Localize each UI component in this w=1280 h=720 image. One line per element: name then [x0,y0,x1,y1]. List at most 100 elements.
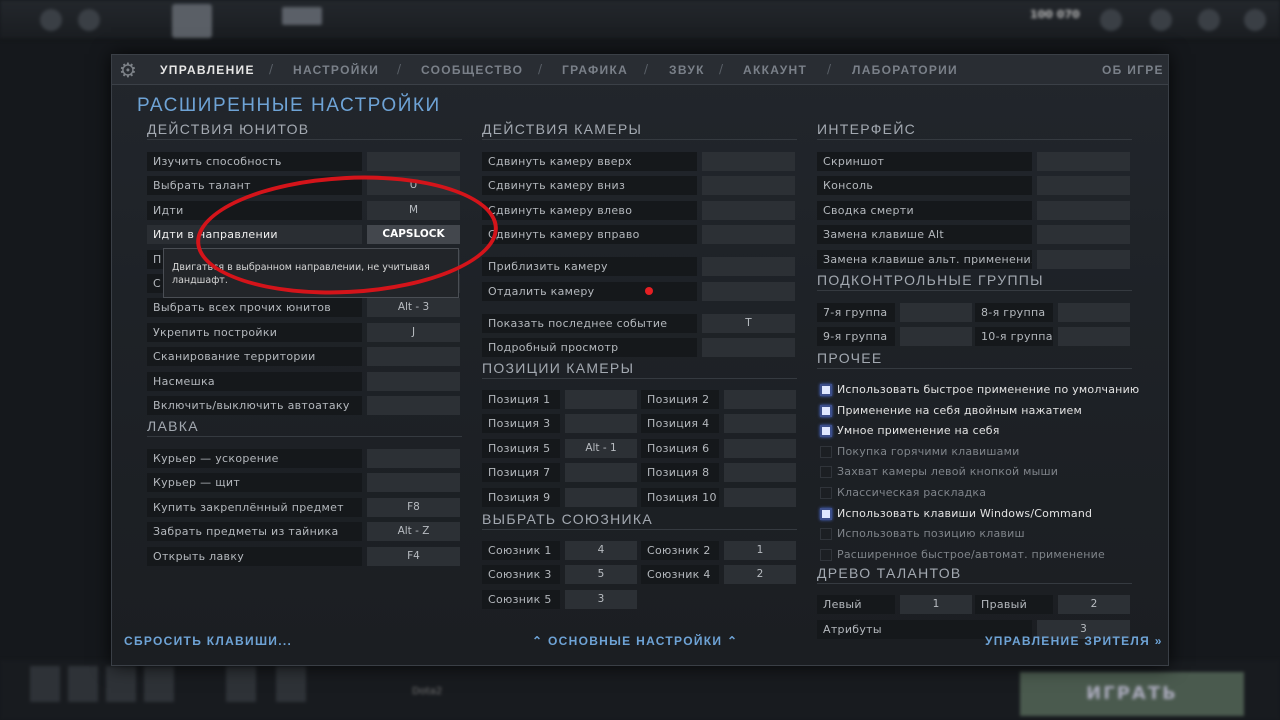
keybind-field[interactable] [724,487,796,507]
checkbox-label[interactable]: Использовать быстрое применение по умолч… [837,383,1139,396]
tab-separator: / [538,62,543,76]
bottom-hint: Dota2 [412,686,443,697]
keybind-field[interactable] [702,338,795,357]
keybind-field[interactable] [724,390,796,409]
keybind-field[interactable] [367,449,460,468]
party-slot [226,666,256,702]
keybind-field[interactable] [702,282,795,301]
checkbox-label[interactable]: Захват камеры левой кнопкой мыши [837,465,1058,478]
keybind-field[interactable]: 2 [724,565,796,585]
keybind-field[interactable]: T [702,314,795,333]
party-slot [144,666,174,702]
tab-controls[interactable]: УПРАВЛЕНИЕ [160,63,255,77]
tab-community[interactable]: СООБЩЕСТВО [421,63,523,77]
keybind-label: Подробный просмотр [482,338,697,357]
tab-sound[interactable]: ЗВУК [669,63,705,77]
keybind-field[interactable]: F4 [367,546,460,566]
keybind-field[interactable] [1037,225,1130,245]
section-talent-tree: ДРЕВО ТАЛАНТОВ [817,565,1132,584]
keybind-field[interactable] [702,201,795,220]
keybind-field[interactable]: Alt - 1 [565,438,637,458]
keybind-field[interactable]: 1 [900,595,972,614]
checkbox-label[interactable]: Расширенное быстрое/автомат. применение [837,548,1105,561]
keybind-label: Сдвинуть камеру вниз [482,176,697,195]
keybind-field[interactable] [900,327,972,347]
keybind-label: Насмешка [147,371,362,391]
spectator-controls-link[interactable]: УПРАВЛЕНИЕ ЗРИТЕЛЯ » [985,634,1163,648]
checkbox[interactable] [820,425,832,438]
gear-icon[interactable]: ⚙ [117,59,139,81]
keybind-field[interactable] [565,463,637,483]
tab-graphics[interactable]: ГРАФИКА [562,63,628,77]
keybind-label: 9-я группа [817,327,895,347]
keybind-field[interactable] [724,438,796,458]
keybind-field[interactable]: Alt - Z [367,522,460,542]
tab-labs[interactable]: ЛАБОРАТОРИИ [852,63,958,77]
keybind-field[interactable] [1037,152,1130,171]
keybind-label: Правый [975,595,1053,614]
reset-keys-link[interactable]: СБРОСИТЬ КЛАВИШИ... [124,634,292,648]
checkbox[interactable] [820,384,832,396]
keybind-field[interactable]: 4 [565,541,637,560]
tab-separator: / [397,62,402,76]
checkbox[interactable] [820,487,832,499]
keybind-field[interactable]: F8 [367,497,460,517]
keybind-field[interactable] [367,396,460,415]
checkbox-label[interactable]: Классическая раскладка [837,486,986,499]
checkbox[interactable] [820,507,832,520]
tab-account[interactable]: АККАУНТ [743,63,807,77]
keybind-field[interactable] [900,303,972,322]
keybind-field[interactable] [367,152,460,171]
party-slot [68,666,98,702]
keybind-field[interactable] [565,414,637,434]
keybind-field[interactable] [1058,327,1130,347]
double-chevron-right-icon: » [1154,634,1163,648]
checkbox[interactable] [820,404,832,417]
play-button[interactable]: ИГРАТЬ [1020,672,1244,716]
keybind-field[interactable]: 3 [565,589,637,609]
keybind-label: Курьер — щит [147,473,362,493]
checkbox-label[interactable]: Применение на себя двойным нажатием [837,404,1082,417]
keybind-field[interactable] [702,152,795,171]
keybind-field[interactable]: 1 [724,541,796,560]
keybind-field[interactable] [367,473,460,493]
keybind-label: Позиция 9 [482,487,560,507]
keybind-label: Союзник 1 [482,541,560,560]
keybind-label: Консоль [817,176,1032,196]
keybind-field[interactable] [367,371,460,391]
tab-settings[interactable]: НАСТРОЙКИ [293,63,379,77]
checkbox[interactable] [820,466,832,479]
checkbox-label[interactable]: Использовать позицию клавиш [837,527,1025,540]
keybind-field[interactable] [724,463,796,483]
keybind-field[interactable] [565,390,637,409]
keybind-field[interactable] [724,414,796,434]
settings-icon [40,9,62,31]
keybind-field[interactable]: 5 [565,565,637,585]
checkbox[interactable] [820,528,832,541]
basic-settings-link[interactable]: ⌃ ОСНОВНЫЕ НАСТРОЙКИ ⌃ [532,634,738,648]
keybind-field[interactable] [1037,200,1130,220]
keybind-field[interactable] [702,225,795,244]
tab-separator: / [644,62,649,76]
checkbox-label[interactable]: Покупка горячими клавишами [837,445,1019,458]
chevron-up-icon: ⌃ [726,634,739,648]
keybind-field[interactable] [1037,249,1130,269]
keybind-field[interactable]: Alt - 3 [367,298,460,318]
checkbox-label[interactable]: Умное применение на себя [837,424,1000,437]
section-control-groups: ПОДКОНТРОЛЬНЫЕ ГРУППЫ [817,272,1132,291]
back-arrow-icon [78,9,100,31]
keybind-field[interactable] [702,176,795,195]
keybind-field[interactable] [565,487,637,507]
keybind-field[interactable]: 2 [1058,595,1130,614]
keybind-field[interactable] [367,347,460,367]
keybind-label: Изучить способность [147,152,362,171]
keybind-field[interactable] [702,257,795,276]
checkbox[interactable] [820,445,832,458]
checkbox-label[interactable]: Использовать клавиши Windows/Command [837,507,1092,520]
tab-about[interactable]: ОБ ИГРЕ [1102,63,1164,77]
keybind-label: Левый [817,595,895,614]
keybind-field[interactable] [1037,176,1130,196]
keybind-field[interactable]: J [367,322,460,342]
checkbox[interactable] [820,548,832,561]
keybind-field[interactable] [1058,303,1130,322]
